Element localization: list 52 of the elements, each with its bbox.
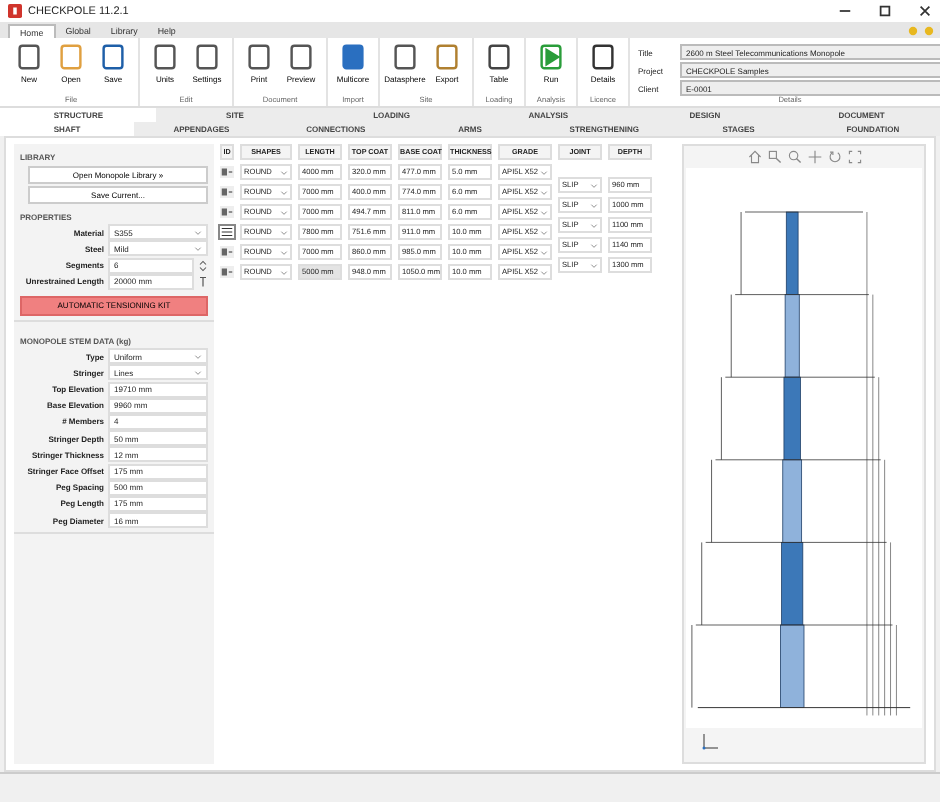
chevron-down-icon (280, 249, 288, 255)
spinner-icon[interactable] (198, 259, 208, 272)
document-icon (56, 42, 86, 72)
chevron-down-icon (590, 202, 598, 208)
chevron-down-icon (280, 209, 288, 215)
chevron-down-icon (590, 242, 598, 248)
document-icon (286, 42, 316, 72)
fullscreen-icon[interactable] (847, 150, 861, 164)
reset-icon[interactable] (827, 150, 841, 164)
chevron-down-icon (280, 269, 288, 275)
chevron-down-icon (590, 222, 598, 228)
row-handle-icon[interactable] (220, 206, 234, 218)
chevron-down-icon (194, 369, 202, 376)
chevron-down-icon (280, 169, 288, 175)
maximize-icon[interactable] (878, 4, 892, 18)
document-icon (338, 42, 368, 72)
chevron-down-icon (280, 229, 288, 235)
home-icon[interactable] (747, 150, 761, 164)
document-icon (14, 42, 44, 72)
zoom-rect-icon[interactable] (767, 150, 781, 164)
document-icon (390, 42, 420, 72)
chevron-down-icon (540, 189, 548, 195)
status-dot-icon (924, 26, 934, 36)
close-icon[interactable] (918, 4, 932, 18)
axes-icon (700, 732, 720, 752)
status-dot-icon (908, 26, 918, 36)
document-icon (588, 42, 618, 72)
document-icon (98, 42, 128, 72)
document-icon (150, 42, 180, 72)
chevron-down-icon (540, 169, 548, 175)
chevron-down-icon (540, 209, 548, 215)
chevron-down-icon (540, 229, 548, 235)
row-handle-icon[interactable] (220, 246, 234, 258)
chevron-down-icon (194, 245, 202, 252)
row-handle-icon[interactable] (220, 266, 234, 278)
document-icon (192, 42, 222, 72)
row-handle-icon[interactable] (220, 186, 234, 198)
chevron-down-icon (590, 182, 598, 188)
chevron-down-icon (280, 189, 288, 195)
chevron-down-icon (540, 249, 548, 255)
search-icon[interactable] (787, 150, 801, 164)
row-handle-icon[interactable] (220, 226, 234, 238)
play-icon (536, 42, 566, 72)
minimize-icon[interactable] (838, 4, 852, 18)
document-icon (432, 42, 462, 72)
row-handle-icon[interactable] (220, 166, 234, 178)
document-icon (484, 42, 514, 72)
chevron-down-icon (590, 262, 598, 268)
chevron-down-icon (194, 229, 202, 236)
chevron-down-icon (194, 353, 202, 360)
chevron-down-icon (540, 269, 548, 275)
document-icon (244, 42, 274, 72)
